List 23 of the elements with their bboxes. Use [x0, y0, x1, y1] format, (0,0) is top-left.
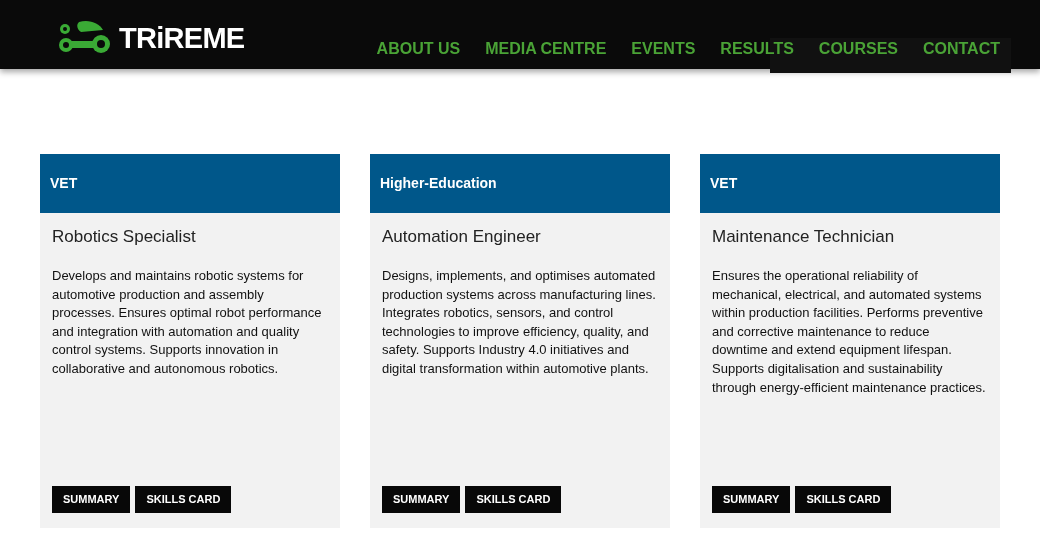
- logo-text: TRiREME: [119, 23, 245, 53]
- card-button[interactable]: SUMMARY: [712, 486, 791, 513]
- nav-link[interactable]: CONTACT: [922, 39, 1000, 59]
- category-label: VET: [710, 174, 738, 193]
- card-description: Ensures the operational reliability of mechanical, electrical, and automated systems within production facilities. Performs preventive and corrective maintenance to reduce downtime and extend equipment lifespan. Supports digitalisation and sustainability through energy-efficient maintenance practices.: [711, 267, 987, 397]
- card-button[interactable]: SKILLS CARD: [795, 486, 892, 513]
- category-label: VET: [50, 174, 78, 193]
- nav-link[interactable]: EVENTS: [631, 39, 696, 59]
- card-button[interactable]: SKILLS CARD: [135, 486, 232, 513]
- card-title: Robotics Specialist: [51, 227, 197, 247]
- card-description: Designs, implements, and optimises automated production systems across manufacturing lines. Integrates robotics, sensors, and control technologies to improve efficiency, quality, and safety. Supports Industry 4.0 initiatives and digital transformation within automotive plants.: [381, 267, 657, 378]
- category-label: Higher-Education: [380, 174, 497, 193]
- card-title: Automation Engineer: [381, 227, 542, 247]
- card-button[interactable]: SUMMARY: [382, 486, 461, 513]
- logo-icon: [57, 20, 113, 56]
- nav-link[interactable]: ABOUT US: [376, 39, 461, 59]
- nav-link[interactable]: COURSES: [818, 39, 898, 59]
- card-description: Develops and maintains robotic systems for automotive production and assembly processes. Ensures optimal robot performance and integration with automation and quality control systems. Supports innovation in collaborative and autonomous robotics.: [51, 267, 323, 378]
- nav-link[interactable]: MEDIA CENTRE: [485, 39, 607, 59]
- card-button[interactable]: SKILLS CARD: [465, 486, 562, 513]
- card-title: Maintenance Technician: [711, 227, 896, 247]
- card-button[interactable]: SUMMARY: [52, 486, 131, 513]
- nav-link[interactable]: RESULTS: [720, 39, 794, 59]
